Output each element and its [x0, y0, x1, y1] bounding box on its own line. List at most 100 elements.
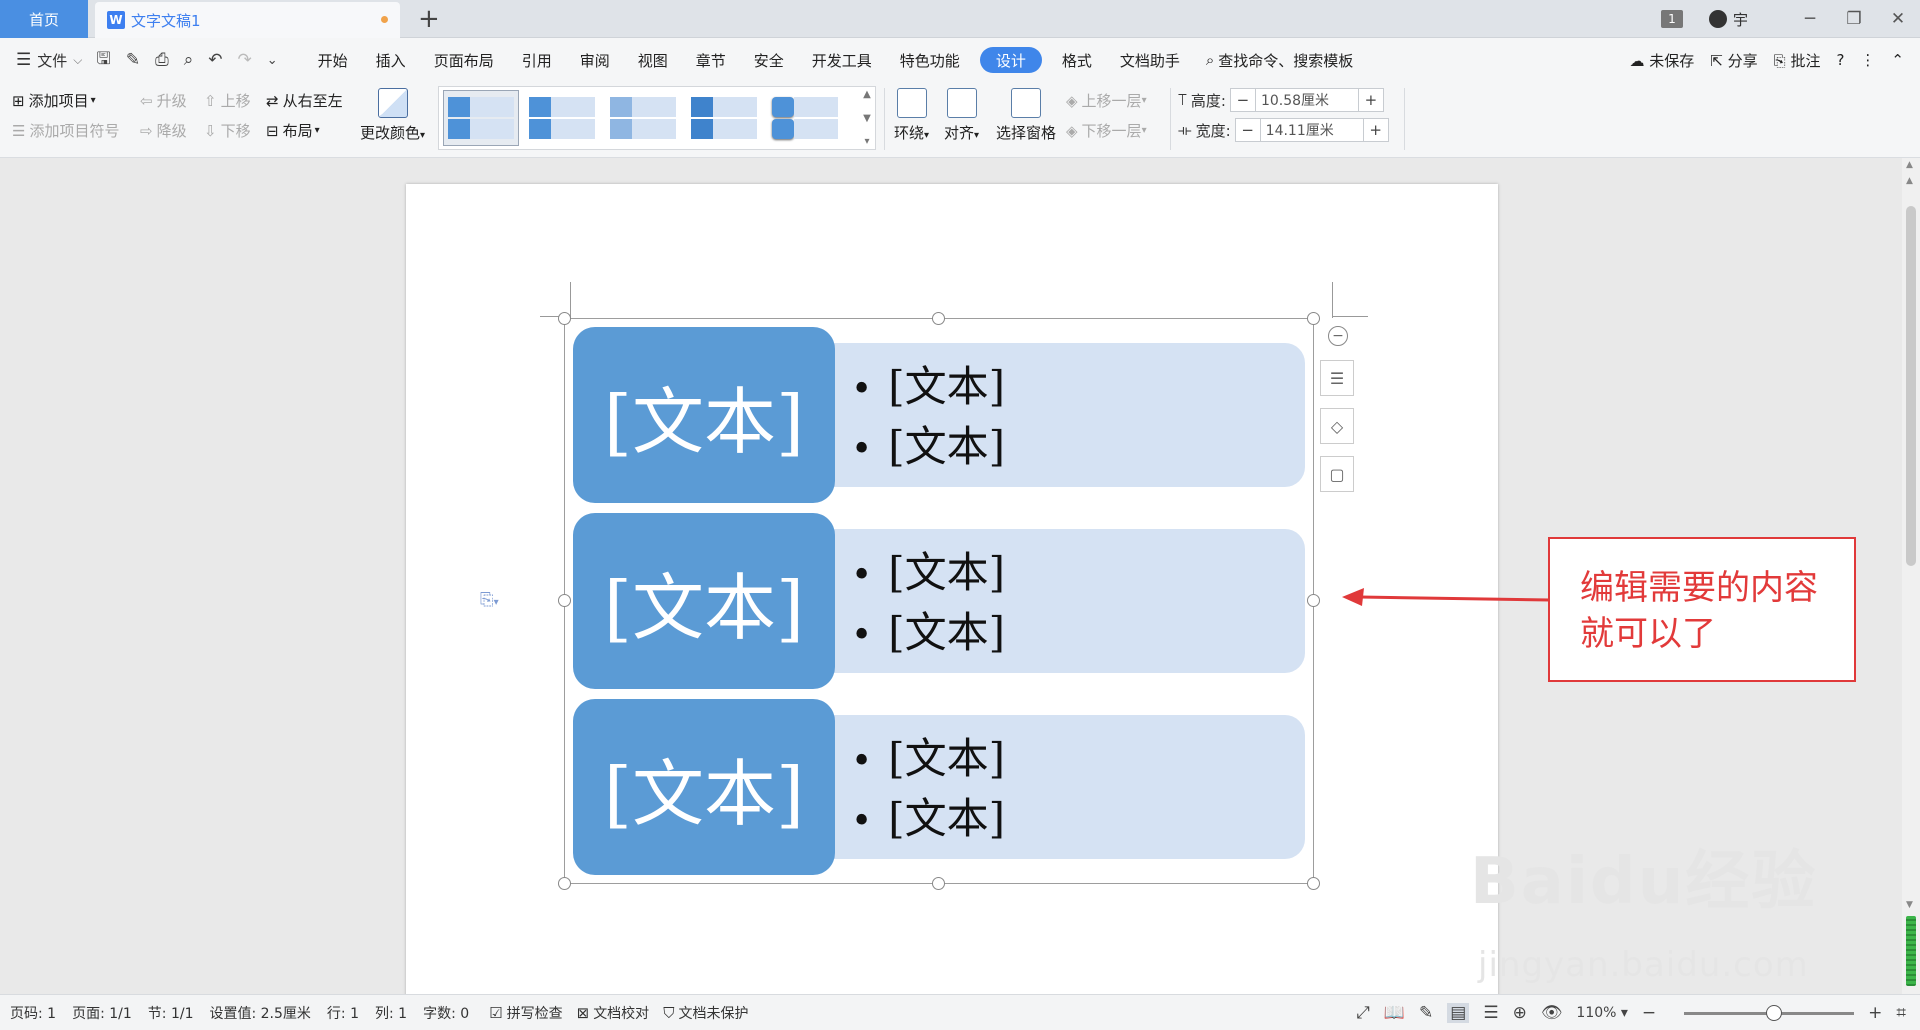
smartart-label-box[interactable]: [文本]: [573, 699, 835, 875]
restore-icon[interactable]: ❐: [1832, 9, 1876, 29]
add-bullet-button[interactable]: ☰ 添加项目符号: [12, 120, 119, 141]
user-account[interactable]: 宇: [1708, 9, 1748, 30]
tab-design[interactable]: 设计: [979, 47, 1042, 73]
smartart-style-3[interactable]: [605, 90, 681, 146]
tab-features[interactable]: 特色功能: [886, 47, 974, 73]
status-word-count[interactable]: 字数: 0: [423, 1003, 469, 1023]
resize-handle[interactable]: [558, 877, 571, 890]
status-col[interactable]: 列: 1: [375, 1003, 407, 1023]
tab-references[interactable]: 引用: [508, 47, 566, 73]
align-button[interactable]: 对齐▾: [944, 88, 979, 143]
scroll-up-icon[interactable]: ▲: [1906, 160, 1913, 170]
print-preview-icon[interactable]: ⌕: [184, 50, 194, 70]
reading-mode-icon[interactable]: 📖: [1384, 1003, 1405, 1023]
smartart-row[interactable]: [文本] [文本] [文本]: [573, 327, 1306, 503]
smartart-style-5[interactable]: [767, 90, 843, 146]
resize-handle[interactable]: [932, 877, 945, 890]
demote-button[interactable]: ⇨ 降级: [140, 120, 187, 141]
resize-handle[interactable]: [1307, 594, 1320, 607]
layout-button[interactable]: ⊟ 布局 ▾: [266, 120, 320, 141]
status-setting[interactable]: 设置值: 2.5厘米: [209, 1003, 310, 1023]
tab-format[interactable]: 格式: [1048, 47, 1106, 73]
new-tab-button[interactable]: +: [418, 4, 440, 34]
tab-view[interactable]: 视图: [624, 47, 682, 73]
web-view-icon[interactable]: ⊕: [1513, 1003, 1527, 1023]
zoom-level[interactable]: 110% ▾: [1576, 1005, 1628, 1021]
resize-handle[interactable]: [1307, 312, 1320, 325]
tab-review[interactable]: 审阅: [566, 47, 624, 73]
width-input[interactable]: 14.11厘米: [1259, 119, 1364, 141]
add-item-button[interactable]: ⊞ 添加项目 ▾: [12, 90, 96, 111]
file-menu[interactable]: ☰ 文件 ⌵: [16, 50, 82, 71]
tab-security[interactable]: 安全: [740, 47, 798, 73]
smartart-bullet[interactable]: [文本]: [851, 791, 1005, 851]
save-icon[interactable]: 🖫: [96, 46, 110, 75]
redo-icon[interactable]: ↷: [238, 50, 252, 70]
zoom-slider-knob[interactable]: [1766, 1004, 1783, 1021]
window-count-badge[interactable]: 1: [1660, 10, 1683, 28]
share-button[interactable]: ⇱ 分享: [1710, 50, 1757, 71]
tab-start[interactable]: 开始: [304, 47, 362, 73]
smartart-label-box[interactable]: [文本]: [573, 513, 835, 689]
help-icon[interactable]: ?: [1836, 51, 1844, 69]
tab-chapter[interactable]: 章节: [682, 47, 740, 73]
smartart-bullet-list[interactable]: [文本] [文本]: [851, 731, 1005, 851]
smartart-style-4[interactable]: [686, 90, 762, 146]
scroll-up-icon[interactable]: ▲: [1906, 176, 1913, 186]
change-color-button[interactable]: 更改颜色▾: [360, 88, 425, 143]
smartart-row[interactable]: [文本] [文本] [文本]: [573, 699, 1306, 875]
zoom-out-icon[interactable]: −: [1642, 1003, 1656, 1023]
tab-developer[interactable]: 开发工具: [798, 47, 886, 73]
smartart-bullet[interactable]: [文本]: [851, 605, 1005, 665]
protect-button[interactable]: ⛉ 文档未保护: [663, 1003, 748, 1023]
smartart-bullet-list[interactable]: [文本] [文本]: [851, 359, 1005, 479]
print-icon[interactable]: ⎙: [155, 50, 169, 70]
height-increase-button[interactable]: +: [1359, 89, 1383, 111]
smartart-label-box[interactable]: [文本]: [573, 327, 835, 503]
smartart-bullet[interactable]: [文本]: [851, 419, 1005, 479]
status-pages[interactable]: 页面: 1/1: [72, 1003, 132, 1023]
zoom-slider[interactable]: [1684, 1004, 1855, 1021]
outline-view-icon[interactable]: ☰: [1483, 1003, 1498, 1023]
resize-handle[interactable]: [932, 312, 945, 325]
right-to-left-button[interactable]: ⇄ 从右至左: [266, 90, 343, 111]
tab-home[interactable]: 首页: [0, 0, 88, 38]
smartart-bullet-list[interactable]: [文本] [文本]: [851, 545, 1005, 665]
smartart-row[interactable]: [文本] [文本] [文本]: [573, 513, 1306, 689]
move-down-button[interactable]: ⇩ 下移: [204, 120, 251, 141]
wrap-text-icon[interactable]: ☰: [1320, 360, 1354, 396]
cloud-save-button[interactable]: ☁ 未保存: [1629, 50, 1694, 71]
smartart-bullet[interactable]: [文本]: [851, 359, 1005, 419]
selection-pane-button[interactable]: 选择窗格: [996, 88, 1056, 143]
scrollbar-thumb[interactable]: [1906, 206, 1916, 566]
tab-document[interactable]: W 文字文稿1: [95, 2, 400, 38]
smartart-bullet[interactable]: [文本]: [851, 731, 1005, 791]
minimize-icon[interactable]: ─: [1788, 9, 1832, 29]
collapse-icon[interactable]: −: [1328, 326, 1348, 346]
scroll-down-icon[interactable]: ▼: [1906, 900, 1913, 910]
vertical-scrollbar[interactable]: ▲ ▲ ▼: [1902, 158, 1920, 994]
status-page-number[interactable]: 页码: 1: [10, 1003, 56, 1023]
tab-page-layout[interactable]: 页面布局: [420, 47, 508, 73]
send-backward-button[interactable]: ◈ 下移一层 ▾: [1066, 120, 1147, 141]
smartart-bullet[interactable]: [文本]: [851, 545, 1005, 605]
tab-doc-assistant[interactable]: 文档助手: [1106, 47, 1194, 73]
gallery-scroll[interactable]: ▲ ▼ ▾: [861, 89, 873, 147]
eye-protect-icon[interactable]: 👁: [1541, 1003, 1563, 1023]
proofread-button[interactable]: ⊠ 文档校对: [577, 1003, 650, 1023]
command-search[interactable]: ⌕ 查找命令、搜索模板: [1206, 50, 1353, 71]
status-row[interactable]: 行: 1: [327, 1003, 359, 1023]
resize-handle[interactable]: [1307, 877, 1320, 890]
width-increase-button[interactable]: +: [1364, 119, 1388, 141]
height-decrease-button[interactable]: −: [1231, 89, 1255, 111]
spell-check-button[interactable]: ☑ 拼写检查: [489, 1003, 562, 1023]
resize-handle[interactable]: [558, 594, 571, 607]
collapse-ribbon-icon[interactable]: ⌃: [1891, 51, 1904, 69]
fullscreen-icon[interactable]: ⤢: [1356, 1003, 1370, 1023]
outline-icon[interactable]: ▢: [1320, 456, 1354, 492]
page-view-icon[interactable]: ▤: [1447, 1003, 1470, 1023]
layout-options-anchor-icon[interactable]: ⎘▾: [480, 590, 499, 610]
zoom-in-icon[interactable]: +: [1868, 1003, 1882, 1023]
undo-icon[interactable]: ↶: [208, 50, 222, 70]
resize-handle[interactable]: [558, 312, 571, 325]
